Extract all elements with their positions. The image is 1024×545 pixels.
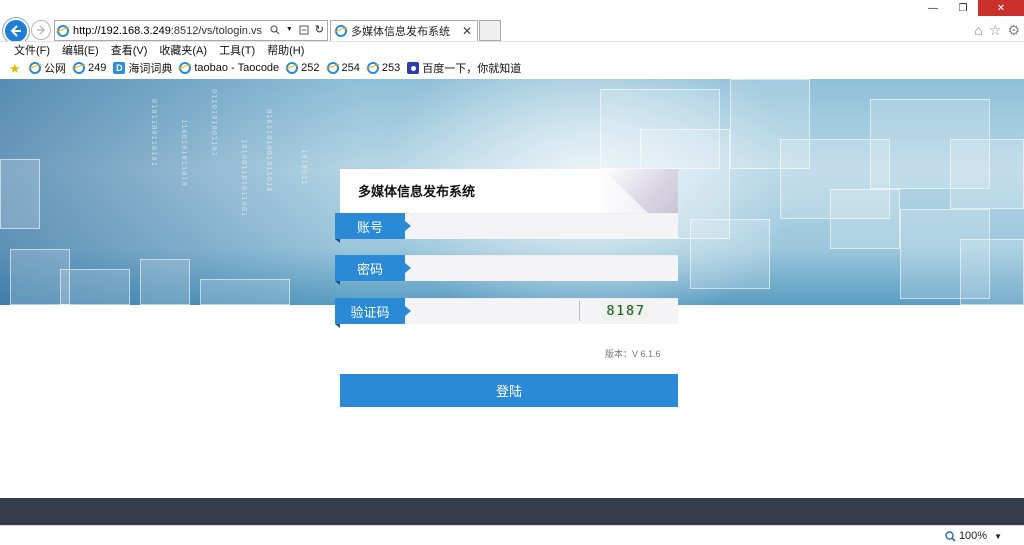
login-header: 多媒体信息发布系统 [340,169,678,213]
minimize-button[interactable]: — [918,0,948,16]
password-input[interactable] [413,258,668,278]
restore-button[interactable]: ❐ [948,0,978,16]
ie-icon [57,24,69,37]
close-window-button[interactable]: ✕ [978,0,1024,16]
baidu-icon [407,62,420,74]
gear-icon[interactable]: ⚙ [1007,22,1020,39]
close-tab-icon[interactable]: ✕ [462,24,472,38]
menu-favorites[interactable]: 收藏夹(A) [159,42,207,58]
address-bar[interactable]: http://192.168.3.249:8512/vs/tologin.vs … [54,20,328,41]
password-row: 密码 [335,255,678,285]
ie-icon [286,62,299,74]
favorite-item[interactable]: D 海词词典 [113,60,172,76]
add-favorite-star-icon[interactable]: ★ [9,62,22,75]
favorites-bar: ★ 公网 249 D 海词词典 taobao - Taocode 252 254 … [0,58,1024,78]
menu-help[interactable]: 帮助(H) [267,42,304,58]
menu-bar: 文件(F) 编辑(E) 查看(V) 收藏夹(A) 工具(T) 帮助(H) [0,41,1024,58]
dropdown-arrow-icon[interactable]: ▼ [286,26,293,33]
address-url[interactable]: http://192.168.3.249:8512/vs/tologin.vs [73,25,262,37]
search-icon[interactable] [270,25,280,35]
version-label: 版本：V 6.1.6 [605,349,661,359]
captcha-image[interactable]: 8187 [603,301,649,321]
menu-tools[interactable]: 工具(T) [219,42,255,58]
account-input[interactable] [413,216,668,236]
menu-edit[interactable]: 编辑(E) [62,42,99,58]
home-icon[interactable]: ⌂ [974,22,982,39]
favorite-item[interactable]: 百度一下，你就知道 [407,60,521,76]
refresh-icon[interactable]: ↻ [315,23,324,36]
account-label: 账号 [335,213,411,243]
forward-button[interactable] [31,20,51,40]
login-button[interactable]: 登陆 [340,374,678,407]
dict-icon: D [113,62,126,74]
favorite-item[interactable]: 249 [73,62,106,74]
account-row: 账号 [335,213,678,243]
captcha-label: 验证码 [335,298,411,328]
window-controls: — ❐ ✕ [918,0,1024,16]
tab-title: 多媒体信息发布系统 [351,26,450,38]
password-label: 密码 [335,255,411,285]
toolbar-right: ⌂ ☆ ⚙ [974,22,1020,39]
ie-icon [366,62,379,74]
favorite-item[interactable]: 公网 [29,60,66,76]
favorite-item[interactable]: 253 [366,62,400,74]
browser-titlebar: http://192.168.3.249:8512/vs/tologin.vs … [0,0,1024,44]
ie-icon [179,62,192,74]
arrow-left-icon [10,25,21,37]
ie-icon [326,62,339,74]
zoom-control[interactable]: 100% ▼ [945,530,1002,542]
tab-active[interactable]: 多媒体信息发布系统 ✕ [330,20,478,41]
page-footer [0,498,1024,525]
arrow-right-icon [37,25,46,35]
ie-icon [29,62,41,74]
zoom-icon [945,530,956,542]
login-panel: 多媒体信息发布系统 账号 密码 验证码 8187 [335,169,678,407]
status-bar: 100% ▼ [0,525,1024,545]
menu-file[interactable]: 文件(F) [14,42,50,58]
chevron-down-icon[interactable]: ▼ [994,532,1002,541]
compatibility-view-icon[interactable] [299,25,309,35]
captcha-row: 验证码 8187 [335,298,678,328]
zoom-level: 100% [958,530,988,542]
favorite-item[interactable]: taobao - Taocode [179,62,279,74]
ie-icon [335,25,347,37]
menu-view[interactable]: 查看(V) [111,42,148,58]
favorites-star-icon[interactable]: ☆ [989,22,1002,39]
ie-icon [73,62,85,74]
login-title: 多媒体信息发布系统 [358,184,476,199]
favorite-item[interactable]: 252 [286,62,320,74]
favorite-item[interactable]: 254 [326,62,360,74]
captcha-input[interactable] [413,301,573,321]
new-tab-button[interactable] [479,20,501,41]
